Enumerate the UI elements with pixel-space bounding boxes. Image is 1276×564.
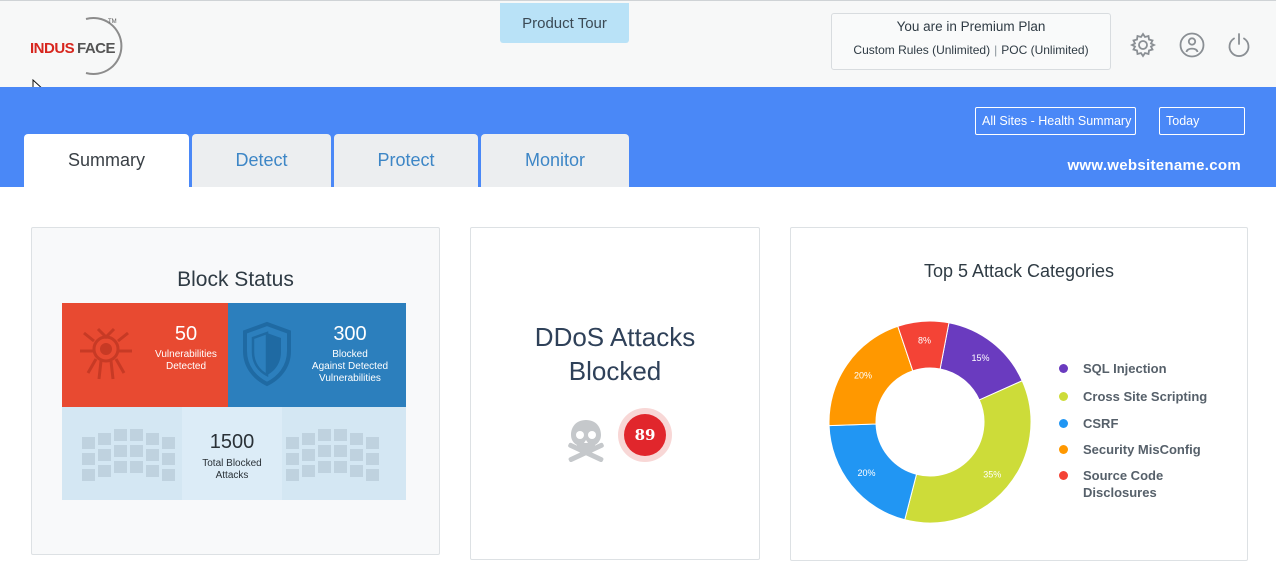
top-header: INDUS FACE TM Product Tour You are in Pr…	[0, 0, 1276, 100]
legend-dot-icon	[1059, 364, 1068, 373]
vulnerabilities-label: Vulnerabilities Detected	[155, 349, 217, 372]
legend-label: CSRF	[1083, 416, 1119, 431]
power-icon[interactable]	[1225, 31, 1253, 59]
attack-donut-chart: 15% 35% 20% 20% 8%	[828, 320, 1032, 524]
vulnerabilities-tile[interactable]: 50 Vulnerabilities Detected	[62, 303, 228, 407]
legend-dot-icon	[1059, 392, 1068, 401]
legend-dot-icon	[1059, 419, 1068, 428]
plan-limits: Custom Rules (Unlimited) | POC (Unlimite…	[832, 43, 1110, 57]
attack-categories-card: Top 5 Attack Categories 15% 35% 20% 20% 8% S…	[790, 227, 1248, 561]
svg-text:FACE: FACE	[77, 40, 116, 57]
legend-label: Source Code Disclosures	[1083, 468, 1164, 500]
svg-text:TM: TM	[108, 19, 117, 25]
legend-item[interactable]: Cross Site Scripting	[1059, 388, 1207, 405]
user-icon[interactable]	[1178, 31, 1206, 59]
legend-label: Security MisConfig	[1083, 442, 1201, 457]
indusface-logo[interactable]: INDUS FACE TM	[28, 15, 128, 77]
shield-icon	[242, 321, 292, 387]
period-selector[interactable]: Today	[1159, 107, 1245, 135]
donut-slice-cross-site-scripting[interactable]	[904, 380, 1032, 524]
legend-item[interactable]: SQL Injection	[1059, 360, 1167, 377]
total-blocked-tile[interactable]: 1500 Total Blocked Attacks	[62, 407, 406, 500]
tab-protect[interactable]: Protect	[334, 134, 478, 187]
legend-item[interactable]: Security MisConfig	[1059, 441, 1201, 458]
tab-summary[interactable]: Summary	[24, 134, 189, 187]
total-blocked-label: Total Blocked Attacks	[202, 458, 262, 481]
ddos-count: 89	[624, 414, 666, 456]
attack-grid-right-icon	[284, 425, 384, 487]
vulnerabilities-count: 50	[174, 323, 198, 345]
legend-item[interactable]: CSRF	[1059, 415, 1118, 432]
blocked-count: 300	[333, 323, 367, 345]
donut-label: 20%	[854, 371, 872, 381]
legend-dot-icon	[1059, 471, 1068, 480]
plan-custom-rules: Custom Rules (Unlimited)	[853, 43, 991, 57]
block-status-title: Block Status	[177, 268, 294, 291]
attack-grid-left-icon	[80, 425, 180, 487]
legend-label: Cross Site Scripting	[1083, 389, 1208, 404]
plan-title: You are in Premium Plan	[896, 19, 1046, 34]
donut-label: 8%	[918, 336, 931, 346]
site-name: www.websitename.com	[1067, 157, 1241, 174]
blocked-tile[interactable]: 300 Blocked Against Detected Vulnerabili…	[228, 303, 406, 407]
site-selector[interactable]: All Sites - Health Summary	[975, 107, 1136, 135]
plan-poc: POC (Unlimited)	[1001, 43, 1089, 57]
ddos-title: DDoS Attacks Blocked	[534, 322, 696, 386]
svg-text:INDUS: INDUS	[30, 40, 75, 57]
legend-label: SQL Injection	[1083, 361, 1167, 376]
total-blocked-count: 1500	[209, 431, 255, 453]
tab-detect[interactable]: Detect	[192, 134, 331, 187]
plan-info-box: You are in Premium Plan Custom Rules (Un…	[831, 13, 1111, 70]
skull-icon	[564, 414, 608, 463]
nav-band: Summary Detect Protect Monitor All Sites…	[0, 87, 1276, 187]
bug-icon	[76, 321, 136, 385]
legend-item[interactable]: Source Code Disclosures	[1059, 467, 1163, 501]
product-tour-button[interactable]: Product Tour	[500, 3, 629, 43]
gear-icon[interactable]	[1129, 31, 1157, 59]
donut-label: 15%	[972, 353, 990, 363]
block-status-card: Block Status 50 Vulnerabilities Detected	[31, 227, 440, 555]
donut-label: 20%	[857, 468, 875, 478]
ddos-card: DDoS Attacks Blocked 89	[470, 227, 760, 560]
plan-separator: |	[994, 43, 998, 57]
legend-dot-icon	[1059, 445, 1068, 454]
tab-monitor[interactable]: Monitor	[481, 134, 629, 187]
blocked-label: Blocked Against Detected Vulnerabilities	[311, 349, 389, 384]
total-blocked-center: 1500 Total Blocked Attacks	[182, 407, 282, 500]
attack-categories-title: Top 5 Attack Categories	[923, 261, 1115, 281]
dashboard-page: INDUS FACE TM Product Tour You are in Pr…	[0, 0, 1276, 564]
ddos-count-badge: 89	[618, 408, 672, 462]
donut-label: 35%	[983, 470, 1001, 480]
